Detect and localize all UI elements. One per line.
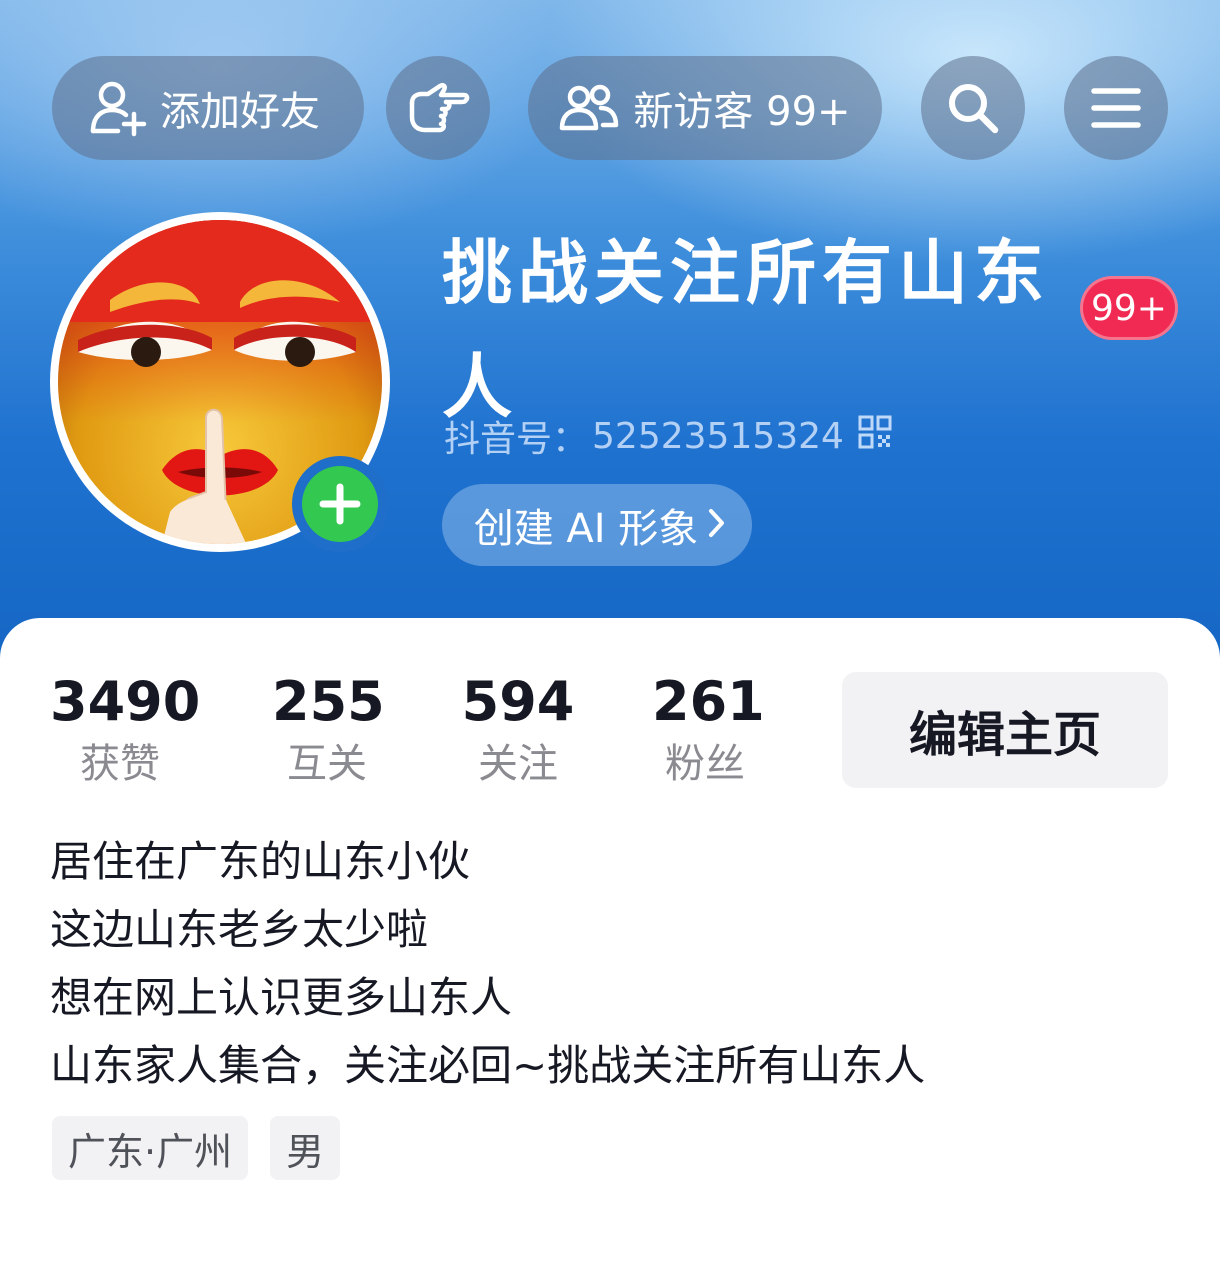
add-user-icon: [88, 78, 152, 138]
bio-line: 这边山东老乡太少啦: [50, 905, 429, 954]
users-icon: [559, 82, 619, 134]
create-ai-avatar-button[interactable]: 创建 AI 形象: [442, 484, 752, 566]
plus-icon: [302, 466, 378, 542]
stat-following-value: 594: [461, 670, 575, 733]
new-visitors-label: 新访客 99+: [633, 89, 851, 135]
profile-header: 添加好友 新访客 99+ 挑战关注所有山东人 99+ 抖音号： 52523515…: [0, 0, 1220, 680]
add-friend-label: 添加好友: [160, 89, 320, 135]
stat-mutual-value: 255: [272, 670, 385, 733]
stat-fans-label: 粉丝: [665, 741, 745, 787]
profile-tags: 广东·广州 男: [52, 1116, 362, 1180]
stat-mutual-label: 互关: [287, 741, 367, 787]
douyin-id-value: 52523515324: [592, 415, 844, 457]
stat-fans[interactable]: 261 粉丝: [652, 670, 765, 790]
search-button[interactable]: [921, 56, 1025, 160]
stat-mutual[interactable]: 255 互关: [272, 670, 385, 790]
stat-likes-label: 获赞: [80, 741, 160, 787]
bio-line: 山东家人集合，关注必回~挑战关注所有山东人: [50, 1041, 926, 1090]
new-visitors-button[interactable]: 新访客 99+: [528, 56, 882, 160]
location-tag: 广东·广州: [52, 1116, 249, 1180]
chevron-right-icon: [708, 502, 726, 548]
bio-line: 想在网上认识更多山东人: [50, 973, 513, 1022]
bio-line: 居住在广东的山东小伙: [50, 837, 471, 886]
qr-code-icon[interactable]: [858, 415, 892, 458]
search-icon: [944, 79, 1002, 137]
add-avatar-button[interactable]: [292, 456, 388, 552]
bio: 居住在广东的山东小伙 这边山东老乡太少啦 想在网上认识更多山东人 山东家人集合，…: [50, 828, 1150, 1100]
stat-following[interactable]: 594 关注: [460, 672, 576, 790]
pointing-hand-button[interactable]: [386, 56, 490, 160]
create-ai-label: 创建 AI 形象: [473, 506, 699, 552]
pointing-hand-icon: [406, 81, 470, 135]
douyin-id-label: 抖音号：: [444, 419, 589, 460]
stat-likes[interactable]: 3490 获赞: [50, 670, 201, 790]
notification-badge[interactable]: 99+: [1080, 276, 1178, 340]
stat-fans-value: 261: [652, 670, 765, 733]
stat-following-label: 关注: [478, 741, 558, 787]
menu-icon: [1091, 86, 1141, 130]
menu-button[interactable]: [1064, 56, 1168, 160]
edit-profile-button[interactable]: 编辑主页: [842, 672, 1168, 788]
gender-tag: 男: [270, 1116, 341, 1180]
douyin-id-row[interactable]: 抖音号： 52523515324: [444, 410, 892, 462]
add-friend-button[interactable]: 添加好友: [52, 56, 364, 160]
stat-likes-value: 3490: [50, 670, 201, 733]
